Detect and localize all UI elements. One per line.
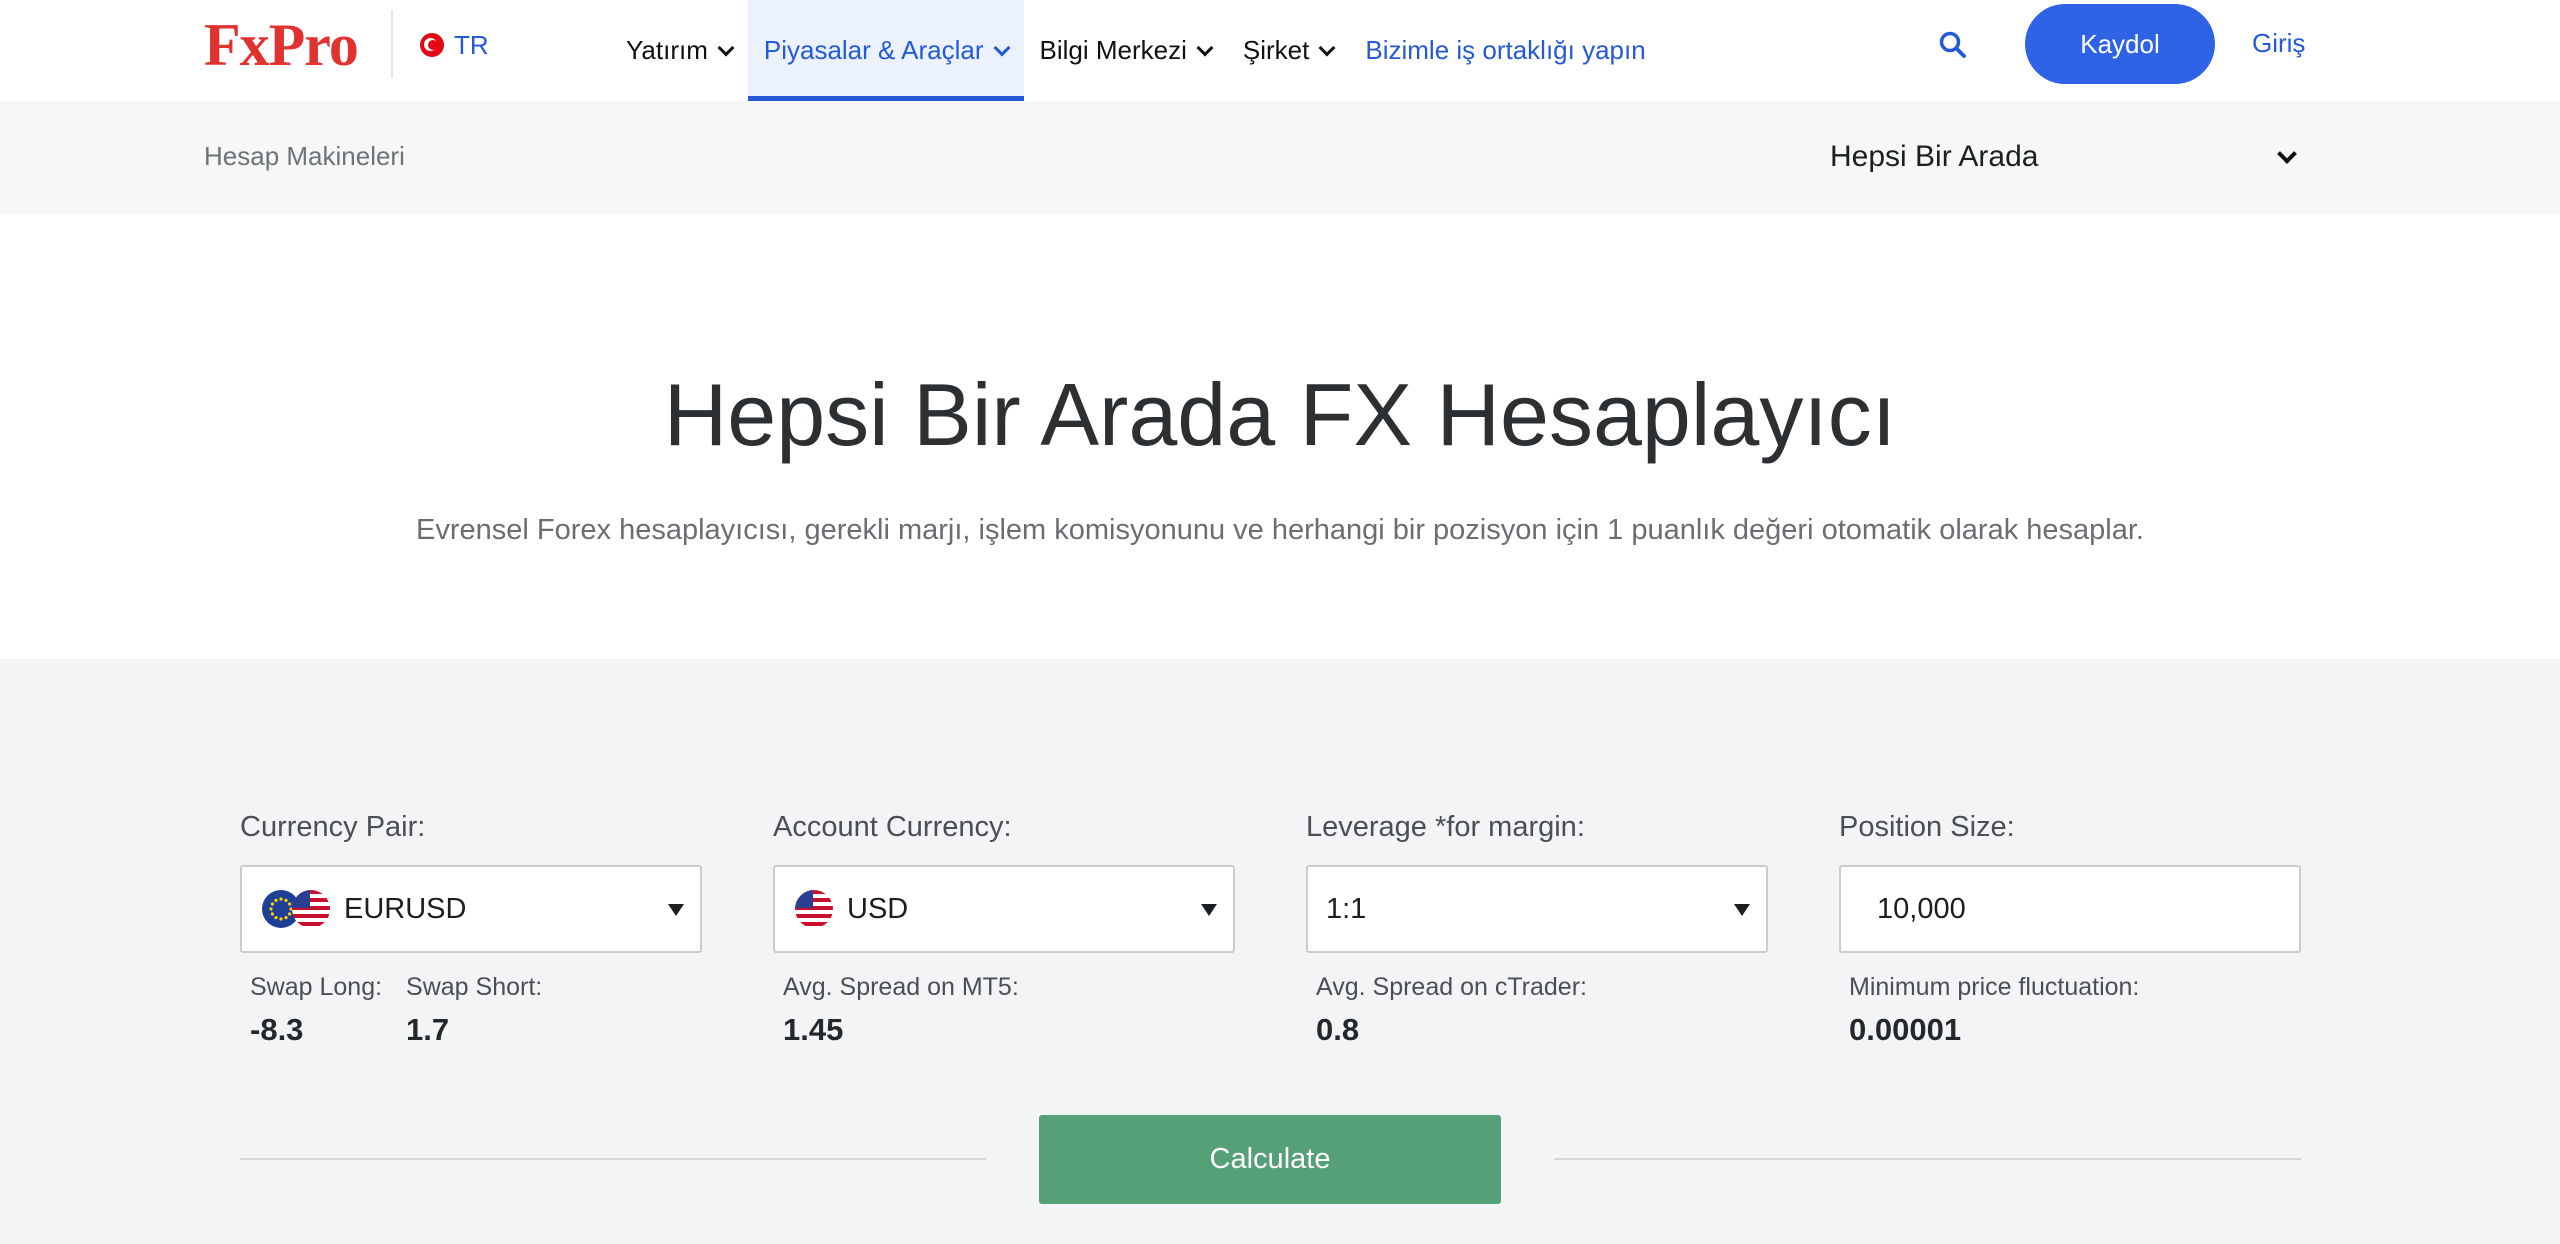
calculator-type-value: Hepsi Bir Arada [1830, 140, 2039, 173]
swap-short-label: Swap Short: [406, 973, 543, 1001]
leverage-label: Leverage *for margin: [1306, 811, 1585, 843]
nav-item-piyasalar[interactable]: Piyasalar & Araçlar [747, 0, 1024, 101]
chevron-down-icon [1318, 39, 1336, 56]
page-subtitle: Evrensel Forex hesaplayıcısı, gerekli ma… [416, 514, 2144, 546]
currency-pair-select[interactable]: EURUSD [240, 865, 702, 953]
spread-mt5-label: Avg. Spread on MT5: [783, 973, 1019, 1001]
swap-short: Swap Short: 1.7 [406, 973, 542, 1048]
chevron-down-icon [1196, 39, 1214, 56]
swap-short-value: 1.7 [406, 1012, 450, 1047]
nav-item-label: Bilgi Merkezi [1039, 35, 1187, 65]
swap-info: Swap Long: -8.3 Swap Short: 1.7 [240, 973, 702, 1048]
us-flag-icon [292, 890, 330, 928]
spread-ctrader: Avg. Spread on cTrader: 0.8 [1316, 973, 1587, 1048]
breadcrumb[interactable]: Hesap Makineleri [204, 141, 405, 172]
position-size-input[interactable]: 10,000 [1839, 865, 2301, 953]
account-currency-label: Account Currency: [773, 811, 1012, 843]
account-currency-value: USD [847, 892, 909, 925]
position-size-label: Position Size: [1839, 811, 2015, 843]
hero-section: Hepsi Bir Arada FX Hesaplayıcı Evrensel … [0, 214, 2560, 659]
divider-right [1554, 1158, 2301, 1160]
swap-long-value: -8.3 [250, 1012, 304, 1047]
language-code: TR [454, 29, 489, 60]
calculate-button[interactable]: Calculate [1039, 1115, 1501, 1204]
position-size-value: 10,000 [1877, 892, 1966, 925]
fxpro-logo[interactable]: FxPro [204, 10, 359, 80]
register-button[interactable]: Kaydol [2025, 4, 2215, 84]
chevron-down-icon [717, 39, 735, 56]
search-icon[interactable] [1938, 30, 1968, 60]
calculator-type-select[interactable]: Hepsi Bir Arada [1830, 137, 2300, 177]
dropdown-caret-icon [668, 904, 684, 916]
spread-mt5: Avg. Spread on MT5: 1.45 [783, 973, 1019, 1048]
min-fluctuation: Minimum price fluctuation: 0.00001 [1849, 973, 2139, 1048]
page-title: Hepsi Bir Arada FX Hesaplayıcı [663, 365, 1897, 464]
dropdown-caret-icon [1201, 904, 1217, 916]
currency-pair-value: EURUSD [344, 892, 467, 925]
nav-item-label: Yatırım [626, 35, 708, 65]
account-currency-field: Account Currency: USD Avg. Spread on MT5… [773, 811, 1235, 1048]
nav-item-label: Şirket [1242, 35, 1310, 65]
login-link[interactable]: Giriş [2252, 28, 2305, 59]
spread-ctrader-label: Avg. Spread on cTrader: [1316, 973, 1587, 1001]
position-size-field: Position Size: 10,000 Minimum price fluc… [1839, 811, 2301, 1048]
spread-ctrader-value: 0.8 [1316, 1012, 1360, 1047]
nav-item-yatirim[interactable]: Yatırım [610, 0, 748, 101]
spread-ctrader-info: Avg. Spread on cTrader: 0.8 [1306, 973, 1768, 1048]
currency-pair-label: Currency Pair: [240, 811, 426, 843]
eurusd-flags-icon [262, 888, 332, 930]
fx-calculator: Currency Pair: EURUSD Swap Long: -8.3 Sw… [0, 659, 2560, 1244]
turkey-flag-icon [420, 33, 444, 57]
swap-long-label: Swap Long: [250, 973, 383, 1001]
spread-mt5-value: 1.45 [783, 1012, 844, 1047]
language-selector[interactable]: TR [420, 28, 489, 62]
dropdown-caret-icon [1734, 904, 1750, 916]
nav-item-sirket[interactable]: Şirket [1227, 0, 1349, 101]
us-flag-icon [795, 890, 833, 928]
chevron-down-icon [993, 39, 1011, 56]
leverage-value: 1:1 [1326, 892, 1367, 925]
main-nav: Yatırım Piyasalar & Araçlar Bilgi Merkez… [610, 0, 1662, 101]
min-fluctuation-info: Minimum price fluctuation: 0.00001 [1839, 973, 2301, 1048]
swap-long: Swap Long: -8.3 [250, 973, 382, 1048]
spread-mt5-info: Avg. Spread on MT5: 1.45 [773, 973, 1235, 1048]
nav-item-bilgi-merkezi[interactable]: Bilgi Merkezi [1024, 0, 1227, 101]
account-currency-select[interactable]: USD [773, 865, 1235, 953]
header-divider [391, 10, 393, 78]
calculators-subbar: Hesap Makineleri Hepsi Bir Arada [0, 101, 2560, 214]
min-fluctuation-label: Minimum price fluctuation: [1849, 973, 2140, 1001]
chevron-down-icon [2277, 144, 2297, 164]
nav-item-label: Piyasalar & Araçlar [763, 35, 984, 65]
partner-link[interactable]: Bizimle iş ortaklığı yapın [1349, 0, 1661, 101]
currency-pair-field: Currency Pair: EURUSD Swap Long: -8.3 Sw… [240, 811, 702, 1048]
leverage-field: Leverage *for margin: 1:1 Avg. Spread on… [1306, 811, 1768, 1048]
min-fluctuation-value: 0.00001 [1849, 1012, 1962, 1047]
usd-flag-icon [793, 888, 835, 930]
leverage-select[interactable]: 1:1 [1306, 865, 1768, 953]
site-header: FxPro TR Yatırım Piyasalar & Araçlar Bil… [0, 0, 2560, 101]
divider-left [240, 1158, 986, 1160]
